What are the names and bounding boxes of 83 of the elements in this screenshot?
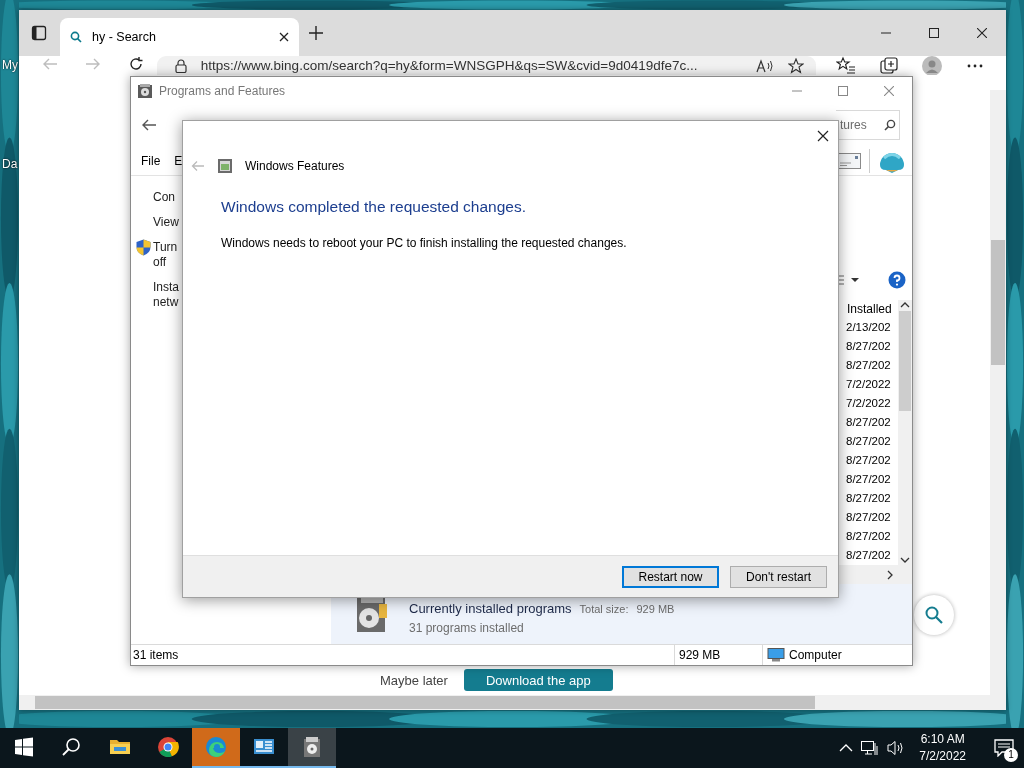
star-icon[interactable]: [788, 57, 804, 74]
table-cell-text: 2/13/202: [845, 320, 892, 336]
volume-icon[interactable]: [887, 740, 906, 756]
view-menu-icon[interactable]: [838, 274, 862, 287]
search-button[interactable]: [914, 595, 954, 635]
close-icon[interactable]: [977, 28, 987, 38]
vertical-scrollbar[interactable]: [898, 300, 912, 566]
lock-icon: [174, 58, 187, 73]
caret-up-icon[interactable]: [839, 743, 854, 753]
table-cell-text: 8/27/202: [845, 339, 892, 355]
sidebar-link[interactable]: Insta netw: [153, 280, 183, 311]
vertical-scrollbar[interactable]: [990, 90, 1006, 695]
dialog-message: Windows needs to reboot your PC to finish installing the requested changes.: [221, 236, 628, 250]
maybe-later-link[interactable]: Maybe later: [380, 672, 448, 688]
refresh-icon[interactable]: [127, 56, 144, 72]
table-cell-text: 7/2/2022: [845, 377, 892, 393]
shield-icon: [136, 239, 151, 257]
table-cell-text: 8/27/202: [845, 510, 892, 526]
envelope-icon[interactable]: [837, 153, 861, 170]
new-tab-icon[interactable]: [309, 26, 323, 40]
details-count: 31 programs installed: [409, 621, 525, 636]
sidebar-link[interactable]: Con: [153, 190, 183, 206]
disc-box-icon: [301, 736, 323, 758]
menu-item[interactable]: File: [141, 154, 161, 169]
menu-item[interactable]: E: [174, 154, 183, 169]
favorites-icon[interactable]: [835, 56, 856, 75]
dialog-title: Windows Features: [245, 159, 345, 173]
dialog-heading: Windows completed the requested changes.: [221, 198, 527, 216]
network-icon[interactable]: [861, 740, 880, 756]
read-aloud-icon[interactable]: [756, 58, 774, 73]
browser-tab[interactable]: hy - Search: [60, 18, 299, 56]
column-header[interactable]: Installed: [838, 300, 898, 319]
tab-title: hy - Search: [92, 30, 157, 44]
tab-actions-icon[interactable]: [31, 25, 47, 41]
table-cell-text: 8/27/202: [845, 472, 892, 488]
dialog-button[interactable]: Don't restart: [730, 565, 827, 588]
window-title: Programs and Features: [159, 83, 286, 98]
status-text: 31 items: [132, 648, 180, 662]
search-icon[interactable]: [62, 737, 82, 757]
table-cell-text: 8/27/202: [845, 529, 892, 545]
start-icon[interactable]: [14, 737, 34, 757]
clock-time[interactable]: 6:10 AM: [920, 731, 965, 748]
avatar-icon[interactable]: [921, 56, 942, 75]
download-button[interactable]: Download the app: [463, 669, 613, 691]
notifications-button[interactable]: 1: [984, 728, 1024, 768]
search-button[interactable]: [880, 110, 900, 141]
details-value: 929 MB: [636, 603, 675, 616]
search-icon: [924, 605, 944, 625]
computer-icon: [767, 648, 785, 662]
dialog-button[interactable]: Restart now: [622, 565, 719, 588]
collections-icon[interactable]: [878, 56, 899, 75]
taskbar-app[interactable]: [288, 728, 336, 768]
sidebar-link[interactable]: View: [153, 215, 183, 231]
status-text: Computer: [789, 648, 842, 662]
programs-icon: [137, 82, 153, 99]
address-bar[interactable]: https://www.bing.com/search?q=hy&form=WNSGPH&qs=SW&cvid=9d0419dfe7c...: [156, 56, 816, 75]
search-icon: [883, 119, 896, 132]
close-icon[interactable]: [279, 32, 289, 42]
details-title: Currently installed programs: [409, 601, 572, 617]
table-cell-text: 7/2/2022: [845, 396, 892, 412]
table-cell-text: 8/27/202: [845, 453, 892, 469]
horizontal-scrollbar[interactable]: [19, 695, 1006, 710]
table-cell-text: 8/27/202: [845, 548, 892, 564]
table-cell-text: 8/27/202: [845, 358, 892, 374]
help-icon[interactable]: [888, 271, 906, 290]
close-icon[interactable]: [817, 130, 829, 142]
table-cell-text: 8/27/202: [845, 491, 892, 507]
search-icon: [70, 31, 82, 43]
table-cell-text: 8/27/202: [845, 434, 892, 450]
notification-icon: [994, 739, 1014, 757]
notification-count: 1: [1004, 748, 1018, 762]
maximize-icon[interactable]: [929, 28, 939, 38]
details-label: Total size:: [579, 603, 629, 616]
browser-icon: [205, 736, 227, 758]
url-text: https://www.bing.com/search?q=hy&form=WNSGPH&qs=SW&cvid=9d0419dfe7c...: [200, 58, 699, 73]
caret-right-icon[interactable]: [886, 569, 894, 580]
browser-icon: [157, 736, 179, 758]
sidebar-link[interactable]: Turn off: [153, 240, 183, 271]
table-cell-text: 8/27/202: [845, 415, 892, 431]
clock-date[interactable]: 7/2/2022: [919, 748, 966, 765]
search-field[interactable]: tures: [836, 110, 880, 141]
status-text: 929 MB: [674, 645, 762, 665]
features-icon: [217, 158, 233, 174]
